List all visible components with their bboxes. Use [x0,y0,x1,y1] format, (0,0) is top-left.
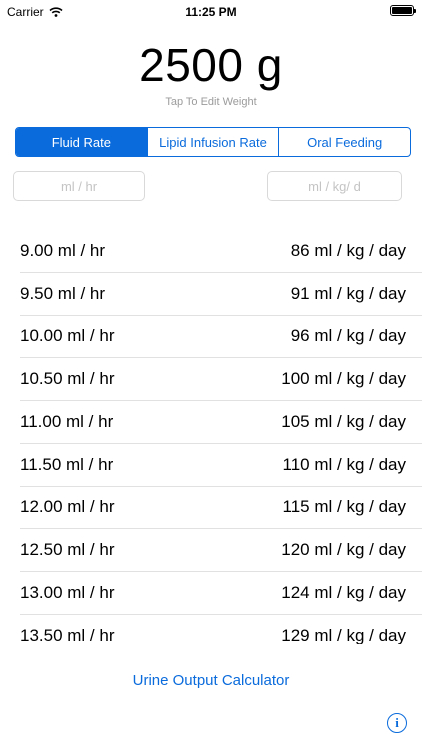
rate-value: 11.00 ml / hr [20,411,114,431]
list-item[interactable]: 12.00 ml / hr 115 ml / kg / day [20,487,422,530]
edit-weight-hint: Tap To Edit Weight [165,96,257,108]
per-kg-value: 110 ml / kg / day [282,454,406,474]
list-item[interactable]: 10.50 ml / hr 100 ml / kg / day [20,358,422,401]
info-icon[interactable]: i [387,713,407,733]
list-item[interactable]: 12.50 ml / hr 120 ml / kg / day [20,529,422,572]
per-kg-value: 115 ml / kg / day [282,497,406,517]
per-kg-value: 91 ml / kg / day [290,283,406,303]
rate-value: 13.00 ml / hr [20,582,115,602]
per-kg-value: 105 ml / kg / day [281,411,406,431]
status-bar: Carrier 11:25 PM [0,0,422,24]
per-kg-value: 96 ml / kg / day [290,326,406,346]
per-kg-value: 100 ml / kg / day [281,369,406,389]
rate-value: 9.00 ml / hr [20,240,106,260]
rate-value: 13.50 ml / hr [20,625,115,644]
battery-icon [390,5,416,16]
tab-oral-feeding[interactable]: Oral Feeding [279,128,410,156]
rate-value: 9.50 ml / hr [20,283,106,303]
rate-value: 12.50 ml / hr [20,540,115,560]
per-kg-value: 129 ml / kg / day [281,625,406,644]
rate-list[interactable]: 9.00 ml / hr 86 ml / kg / day 9.50 ml / … [0,230,422,644]
rate-value: 10.50 ml / hr [20,369,115,389]
list-item[interactable]: 11.00 ml / hr 105 ml / kg / day [20,401,422,444]
weight-value[interactable]: 2500 g [0,38,422,92]
rate-input[interactable] [13,171,145,201]
list-item[interactable]: 13.50 ml / hr 129 ml / kg / day [20,615,422,644]
rate-value: 12.00 ml / hr [20,497,115,517]
tab-lipid-infusion-rate[interactable]: Lipid Infusion Rate [148,128,280,156]
list-item[interactable]: 10.00 ml / hr 96 ml / kg / day [20,316,422,359]
per-kg-value: 86 ml / kg / day [290,240,406,260]
tab-fluid-rate[interactable]: Fluid Rate [16,128,148,156]
list-item[interactable]: 9.00 ml / hr 86 ml / kg / day [20,230,422,273]
status-time: 11:25 PM [185,5,237,19]
urine-output-calculator-link[interactable]: Urine Output Calculator [0,672,422,689]
rate-value: 11.50 ml / hr [20,454,114,474]
mode-segmented-control: Fluid Rate Lipid Infusion Rate Oral Feed… [15,127,411,157]
list-item[interactable]: 13.00 ml / hr 124 ml / kg / day [20,572,422,615]
rate-value: 10.00 ml / hr [20,326,115,346]
list-item[interactable]: 9.50 ml / hr 91 ml / kg / day [20,273,422,316]
list-item[interactable]: 11.50 ml / hr 110 ml / kg / day [20,444,422,487]
per-kg-input[interactable] [267,171,402,201]
per-kg-value: 120 ml / kg / day [281,540,406,560]
per-kg-value: 124 ml / kg / day [281,582,406,602]
